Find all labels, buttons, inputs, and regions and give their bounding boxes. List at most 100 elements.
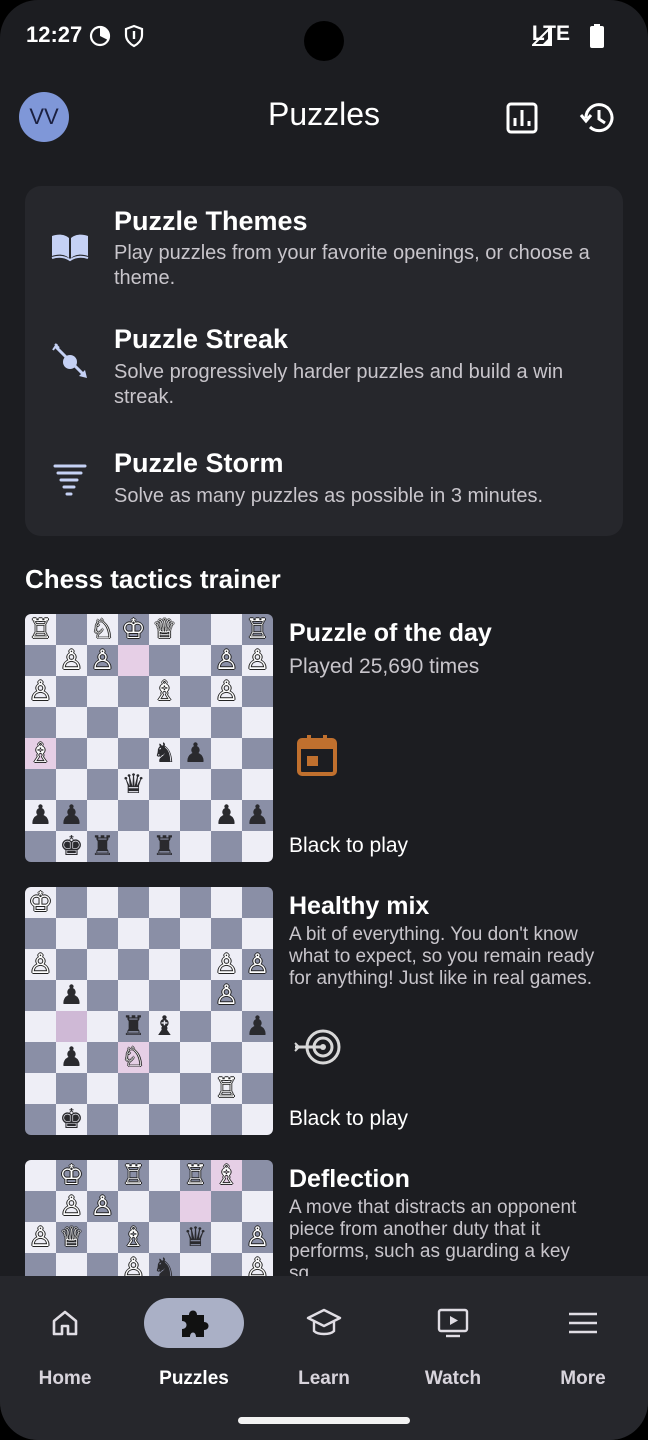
board-square[interactable] bbox=[211, 614, 242, 645]
board-square[interactable] bbox=[242, 1191, 273, 1222]
board-square[interactable] bbox=[242, 918, 273, 949]
board-square[interactable] bbox=[180, 887, 211, 918]
board-square[interactable] bbox=[87, 769, 118, 800]
board-square[interactable]: ♟ bbox=[180, 738, 211, 769]
board-square[interactable] bbox=[149, 645, 180, 676]
board-square[interactable]: ♘ bbox=[87, 614, 118, 645]
board-square[interactable] bbox=[242, 1104, 273, 1135]
board-square[interactable]: ♙ bbox=[211, 949, 242, 980]
board-square[interactable]: ♚ bbox=[56, 831, 87, 862]
nav-home[interactable]: Home bbox=[5, 1298, 125, 1390]
board-square[interactable]: ♗ bbox=[211, 1160, 242, 1191]
board-square[interactable] bbox=[25, 1073, 56, 1104]
board-square[interactable] bbox=[25, 1011, 56, 1042]
stats-icon[interactable] bbox=[502, 98, 542, 138]
board-square[interactable] bbox=[25, 769, 56, 800]
board-square[interactable] bbox=[149, 769, 180, 800]
puzzle-storm-row[interactable]: Puzzle Storm Solve as many puzzles as po… bbox=[25, 446, 623, 526]
board-square[interactable] bbox=[242, 887, 273, 918]
board-square[interactable] bbox=[25, 645, 56, 676]
puzzle-streak-row[interactable]: Puzzle Streak Solve progressively harder… bbox=[25, 322, 623, 432]
board-square[interactable] bbox=[118, 800, 149, 831]
board-square[interactable]: ♙ bbox=[242, 645, 273, 676]
nav-more[interactable]: More bbox=[523, 1298, 643, 1390]
board-square[interactable]: ♜ bbox=[118, 1011, 149, 1042]
board-square[interactable] bbox=[118, 1191, 149, 1222]
board-square[interactable] bbox=[56, 918, 87, 949]
board-square[interactable]: ♕ bbox=[149, 614, 180, 645]
board-square[interactable]: ♜ bbox=[87, 831, 118, 862]
board-square[interactable] bbox=[87, 1222, 118, 1253]
board-square[interactable] bbox=[149, 1073, 180, 1104]
board-square[interactable]: ♟ bbox=[242, 1011, 273, 1042]
board-square[interactable] bbox=[87, 980, 118, 1011]
board-square[interactable] bbox=[118, 707, 149, 738]
board-square[interactable] bbox=[149, 980, 180, 1011]
board-square[interactable] bbox=[25, 831, 56, 862]
board-square[interactable] bbox=[149, 1191, 180, 1222]
board-square[interactable] bbox=[242, 980, 273, 1011]
nav-watch[interactable]: Watch bbox=[393, 1298, 513, 1390]
board-square[interactable] bbox=[25, 918, 56, 949]
board-square[interactable] bbox=[149, 1042, 180, 1073]
board-square[interactable]: ♙ bbox=[25, 949, 56, 980]
board-square[interactable] bbox=[242, 831, 273, 862]
board-square[interactable] bbox=[149, 949, 180, 980]
board-square[interactable] bbox=[180, 1042, 211, 1073]
board-square[interactable]: ♔ bbox=[25, 887, 56, 918]
board-square[interactable] bbox=[56, 1011, 87, 1042]
board-square[interactable] bbox=[118, 980, 149, 1011]
board-square[interactable] bbox=[56, 949, 87, 980]
board-square[interactable] bbox=[56, 614, 87, 645]
board-square[interactable]: ♟ bbox=[56, 800, 87, 831]
nav-puzzles[interactable]: Puzzles bbox=[134, 1298, 254, 1390]
board-square[interactable] bbox=[180, 707, 211, 738]
board-square[interactable]: ♟ bbox=[25, 800, 56, 831]
board-square[interactable] bbox=[56, 738, 87, 769]
board-square[interactable]: ♛ bbox=[180, 1222, 211, 1253]
board-square[interactable] bbox=[211, 707, 242, 738]
nav-learn[interactable]: Learn bbox=[264, 1298, 384, 1390]
board-square[interactable] bbox=[211, 1191, 242, 1222]
board-square[interactable]: ♗ bbox=[149, 676, 180, 707]
board-square[interactable] bbox=[118, 887, 149, 918]
board-square[interactable] bbox=[211, 831, 242, 862]
board-square[interactable] bbox=[56, 676, 87, 707]
board-square[interactable] bbox=[87, 1042, 118, 1073]
board-square[interactable] bbox=[180, 1073, 211, 1104]
board-square[interactable] bbox=[25, 980, 56, 1011]
board-square[interactable] bbox=[149, 1104, 180, 1135]
board-square[interactable] bbox=[211, 1222, 242, 1253]
board-square[interactable] bbox=[149, 887, 180, 918]
chess-board[interactable]: ♖ ♘ ♔ ♕ ♖ ♙ ♙ ♙ ♙ ♙ ♗ ♙ ♗ ♞ ♟ ♛ ♟ ♟ ♟ ♟ ♚ ♜ ♜ bbox=[25, 614, 273, 862]
board-square[interactable]: ♛ bbox=[118, 769, 149, 800]
board-square[interactable] bbox=[149, 707, 180, 738]
board-square[interactable]: ♘ bbox=[118, 1042, 149, 1073]
board-square[interactable]: ♝ bbox=[149, 1011, 180, 1042]
board-square[interactable] bbox=[25, 1104, 56, 1135]
board-square[interactable] bbox=[118, 918, 149, 949]
board-square[interactable]: ♙ bbox=[211, 980, 242, 1011]
board-square[interactable] bbox=[87, 949, 118, 980]
board-square[interactable]: ♟ bbox=[56, 980, 87, 1011]
board-square[interactable] bbox=[118, 645, 149, 676]
board-square[interactable] bbox=[149, 1222, 180, 1253]
board-square[interactable] bbox=[87, 887, 118, 918]
board-square[interactable]: ♖ bbox=[242, 614, 273, 645]
board-square[interactable] bbox=[118, 676, 149, 707]
board-square[interactable] bbox=[242, 707, 273, 738]
board-square[interactable] bbox=[87, 676, 118, 707]
puzzle-themes-row[interactable]: Puzzle Themes Play puzzles from your fav… bbox=[25, 204, 623, 314]
board-square[interactable]: ♜ bbox=[149, 831, 180, 862]
board-square[interactable] bbox=[180, 645, 211, 676]
board-square[interactable]: ♖ bbox=[25, 614, 56, 645]
chess-board[interactable]: ♔ ♙ ♙ ♙ ♟ ♙ ♜ ♝ ♟ ♟ ♘ ♖ ♚ bbox=[25, 887, 273, 1135]
board-square[interactable] bbox=[87, 738, 118, 769]
board-square[interactable]: ♙ bbox=[211, 676, 242, 707]
healthy-mix-tile[interactable]: ♔ ♙ ♙ ♙ ♟ ♙ ♜ ♝ ♟ ♟ ♘ ♖ ♚ Healthy mix A bit of every… bbox=[25, 887, 623, 1135]
board-square[interactable] bbox=[87, 1104, 118, 1135]
board-square[interactable] bbox=[211, 1104, 242, 1135]
board-square[interactable] bbox=[180, 1191, 211, 1222]
board-square[interactable] bbox=[242, 738, 273, 769]
board-square[interactable] bbox=[56, 707, 87, 738]
